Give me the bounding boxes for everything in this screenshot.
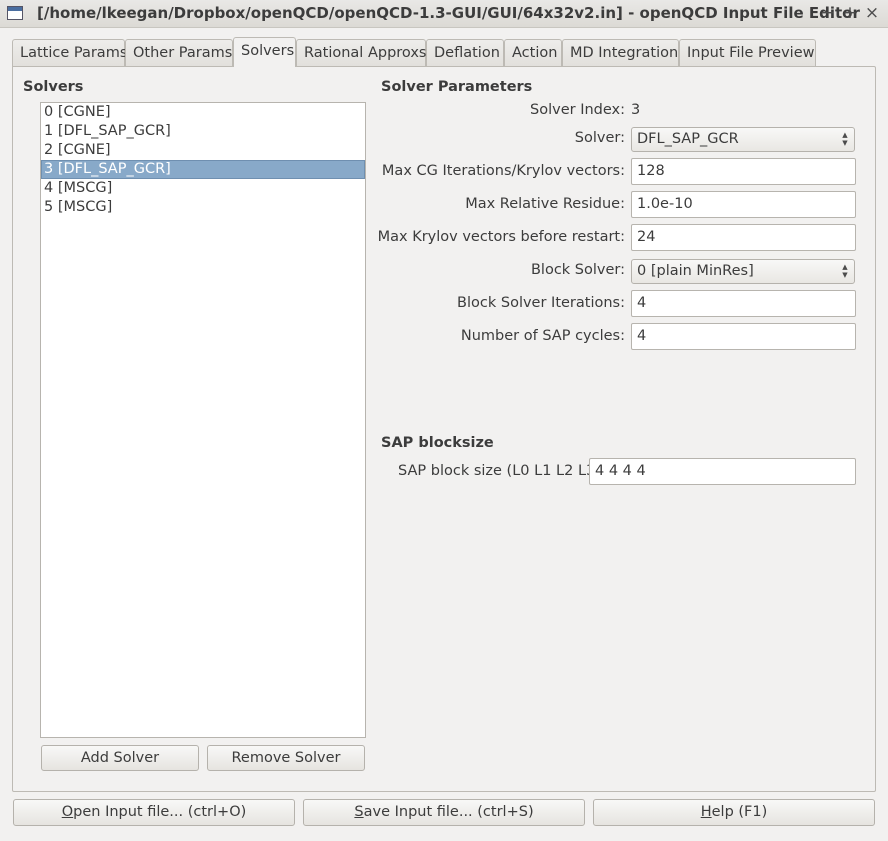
solver-index-value: 3 — [631, 102, 641, 118]
remove-solver-button[interactable]: Remove Solver — [207, 745, 365, 771]
solver-label: Solver: — [574, 130, 625, 146]
tab-lattice-params[interactable]: Lattice Params — [12, 39, 127, 66]
sap-block-size-field[interactable]: 4 4 4 4 — [589, 458, 856, 485]
max-krylov-field[interactable]: 24 — [631, 224, 856, 251]
block-solver-select[interactable]: 0 [plain MinRes] ▲ ▼ — [631, 259, 855, 284]
save-mnemonic: S — [354, 804, 364, 820]
block-iter-label: Block Solver Iterations: — [457, 295, 625, 311]
add-solver-button[interactable]: Add Solver — [41, 745, 199, 771]
max-krylov-label: Max Krylov vectors before restart: — [377, 229, 625, 245]
tab-input-file-preview[interactable]: Input File Preview — [679, 39, 816, 66]
minimize-button[interactable]: − — [819, 3, 837, 23]
open-mnemonic: O — [61, 804, 74, 820]
help-mnemonic: H — [700, 804, 712, 820]
sap-block-size-label: SAP block size (L0 L1 L2 L3): — [398, 463, 606, 479]
updown-arrows-icon: ▲ ▼ — [842, 131, 848, 147]
list-item[interactable]: 0 [CGNE] — [41, 103, 365, 122]
sap-cycles-label: Number of SAP cycles: — [460, 328, 625, 344]
block-solver-label: Block Solver: — [530, 262, 625, 278]
open-input-file-button[interactable]: Open Input file... (ctrl+O) — [13, 799, 295, 826]
title-bar: [/home/lkeegan/Dropbox/openQCD/openQCD-1… — [0, 0, 888, 28]
solver-select[interactable]: DFL_SAP_GCR ▲ ▼ — [631, 127, 855, 152]
save-input-file-button[interactable]: Save Input file... (ctrl+S) — [303, 799, 585, 826]
window-title: [/home/lkeegan/Dropbox/openQCD/openQCD-1… — [37, 4, 860, 22]
close-button[interactable]: × — [863, 3, 881, 23]
max-residue-field[interactable]: 1.0e-10 — [631, 191, 856, 218]
list-item[interactable]: 5 [MSCG] — [41, 198, 365, 217]
list-item[interactable]: 4 [MSCG] — [41, 179, 365, 198]
block-iter-field[interactable]: 4 — [631, 290, 856, 317]
solver-select-value: DFL_SAP_GCR — [637, 131, 739, 147]
solver-list[interactable]: 0 [CGNE] 1 [DFL_SAP_GCR] 2 [CGNE] 3 [DFL… — [40, 102, 366, 738]
tab-rational-approxs[interactable]: Rational Approxs — [296, 39, 426, 66]
tab-deflation[interactable]: Deflation — [426, 39, 504, 66]
sap-blocksize-title: SAP blocksize — [381, 435, 494, 451]
help-button[interactable]: Help (F1) — [593, 799, 875, 826]
max-residue-label: Max Relative Residue: — [465, 196, 625, 212]
sap-cycles-field[interactable]: 4 — [631, 323, 856, 350]
list-item-selected[interactable]: 3 [DFL_SAP_GCR] — [41, 160, 365, 179]
help-label: elp (F1) — [711, 804, 768, 820]
max-cg-label: Max CG Iterations/Krylov vectors: — [381, 163, 625, 179]
maximize-button[interactable]: + — [841, 3, 859, 23]
tab-md-integration[interactable]: MD Integration — [562, 39, 679, 66]
list-item[interactable]: 2 [CGNE] — [41, 141, 365, 160]
block-solver-select-value: 0 [plain MinRes] — [637, 263, 754, 279]
list-item[interactable]: 1 [DFL_SAP_GCR] — [41, 122, 365, 141]
solvers-group-title: Solvers — [23, 79, 84, 95]
solver-index-label: Solver Index: — [530, 102, 625, 118]
tab-solvers[interactable]: Solvers — [233, 37, 296, 67]
solver-parameters-title: Solver Parameters — [381, 79, 533, 95]
tab-action[interactable]: Action — [504, 39, 562, 66]
tab-other-params[interactable]: Other Params — [125, 39, 233, 66]
window-icon — [7, 6, 23, 20]
max-cg-field[interactable]: 128 — [631, 158, 856, 185]
open-label: pen Input file... (ctrl+O) — [73, 804, 247, 820]
save-label: ave Input file... (ctrl+S) — [363, 804, 534, 820]
updown-arrows-icon: ▲ ▼ — [842, 263, 848, 279]
